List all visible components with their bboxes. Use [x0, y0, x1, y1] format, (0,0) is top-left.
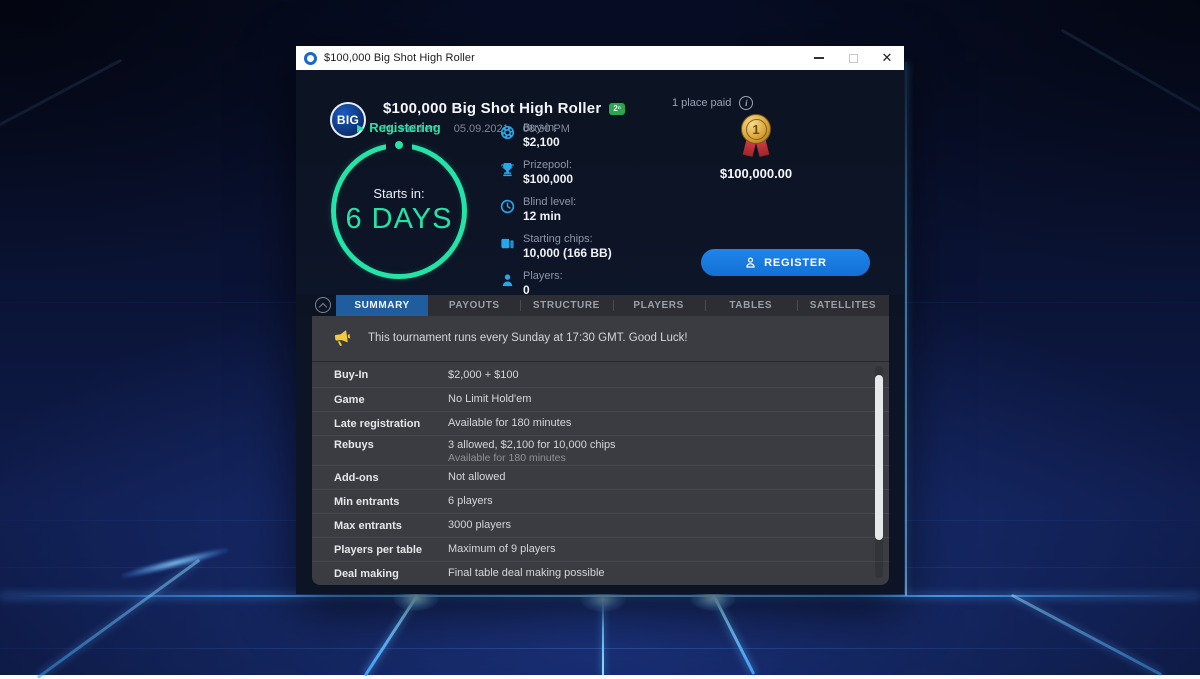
status-arrow-icon: ▶: [357, 123, 364, 133]
table-row: Rebuys 3 allowed, $2,100 for 10,000 chip…: [312, 435, 889, 465]
register-button[interactable]: REGISTER: [701, 249, 870, 276]
tab-satellites[interactable]: SATELLITES: [797, 295, 889, 316]
player-icon: [500, 273, 515, 288]
countdown-label: Starts in:: [373, 186, 424, 201]
table-row: Buy-In $2,000 + $100: [312, 363, 889, 387]
collapse-panel-button[interactable]: [315, 297, 331, 313]
close-button[interactable]: ✕: [870, 46, 904, 70]
table-row: Late registration Available for 180 minu…: [312, 411, 889, 435]
tab-tables[interactable]: TABLES: [705, 295, 797, 316]
table-row: Players per table Maximum of 9 players: [312, 537, 889, 561]
tournament-window: $100,000 Big Shot High Roller ✕ BIG $100…: [296, 46, 904, 594]
tab-bar: SUMMARY PAYOUTS STRUCTURE PLAYERS TABLES…: [296, 295, 904, 316]
registration-status: ▶Registering: [331, 120, 467, 135]
summary-table: Buy-In $2,000 + $100 Game No Limit Hold'…: [312, 363, 889, 585]
minimize-button[interactable]: [802, 46, 836, 70]
stat-blind-level: Blind level: 12 min: [500, 196, 612, 224]
announcement-banner: This tournament runs every Sunday at 17:…: [312, 316, 889, 362]
tab-players[interactable]: PLAYERS: [613, 295, 705, 316]
maximize-button: [836, 46, 870, 70]
trophy-icon: [500, 162, 515, 177]
currency-badge: 2ⁿ: [609, 103, 625, 115]
bg-grid-vline: [905, 62, 907, 596]
chips-stack-icon: [500, 236, 515, 251]
tab-payouts[interactable]: PAYOUTS: [428, 295, 520, 316]
table-row: Deal making Final table deal making poss…: [312, 561, 889, 585]
places-paid-label: 1 place paid: [672, 97, 731, 109]
stat-starting-chips: Starting chips: 10,000 (166 BB): [500, 233, 612, 261]
tab-summary[interactable]: SUMMARY: [336, 295, 428, 316]
chip-icon: [500, 125, 515, 140]
table-row: Add-ons Not allowed: [312, 465, 889, 489]
clock-icon: [500, 199, 515, 214]
stat-prizepool: Prizepool: $100,000: [500, 159, 612, 187]
tournament-title: $100,000 Big Shot High Roller: [383, 100, 601, 117]
tab-structure[interactable]: STRUCTURE: [520, 295, 612, 316]
app-icon: [304, 52, 317, 65]
countdown-ring: Starts in: 6 DAYS: [331, 143, 467, 279]
info-icon[interactable]: i: [739, 96, 753, 110]
megaphone-icon: [331, 328, 352, 349]
window-title: $100,000 Big Shot High Roller: [324, 52, 475, 64]
bg-glow-streak: [120, 545, 229, 581]
bg-grid-line: [0, 648, 1200, 649]
countdown-value: 6 DAYS: [345, 203, 452, 236]
first-place-medal-icon: 1: [741, 114, 771, 160]
tournament-header: BIG $100,000 Big Shot High Roller 2ⁿ NL …: [296, 70, 904, 295]
stats-list: Buy-in: $2,100 Prizepool: $100,000 Bli: [500, 122, 612, 307]
first-prize-amount: $100,000.00: [681, 166, 831, 181]
announcement-text: This tournament runs every Sunday at 17:…: [368, 332, 688, 344]
summary-panel: This tournament runs every Sunday at 17:…: [312, 316, 889, 585]
table-row: Game No Limit Hold'em: [312, 387, 889, 411]
title-bar: $100,000 Big Shot High Roller ✕: [296, 46, 904, 70]
scrollbar-thumb[interactable]: [875, 375, 883, 540]
table-row: Min entrants 6 players: [312, 489, 889, 513]
bg-grid-diagonal: [0, 59, 122, 184]
register-person-icon: [744, 256, 757, 269]
stat-buyin: Buy-in: $2,100: [500, 122, 612, 150]
stat-players: Players: 0: [500, 270, 612, 298]
bg-grid-diagonal: [1011, 594, 1163, 676]
bg-grid-diagonal: [1061, 29, 1200, 172]
bg-grid-diagonal: [37, 559, 201, 679]
table-row: Max entrants 3000 players: [312, 513, 889, 537]
